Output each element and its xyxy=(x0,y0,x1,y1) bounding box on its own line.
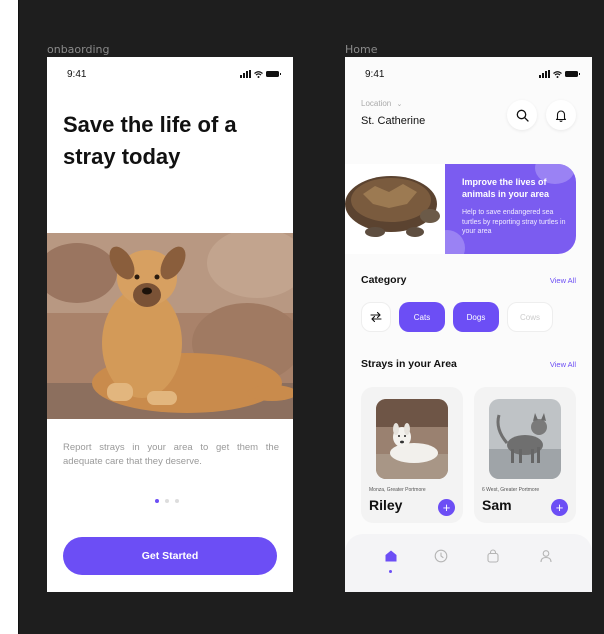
category-chip-dogs[interactable]: Dogs xyxy=(453,302,499,332)
battery-icon xyxy=(565,71,580,77)
status-bar: 9:41 xyxy=(345,67,592,83)
notifications-button[interactable] xyxy=(546,100,576,130)
stray-location: 6 West, Greater Portmore xyxy=(482,487,540,493)
profile-icon[interactable] xyxy=(538,548,554,564)
get-started-button[interactable]: Get Started xyxy=(63,537,277,575)
swap-button[interactable] xyxy=(361,302,391,332)
wifi-icon xyxy=(254,70,263,78)
search-icon xyxy=(516,109,529,122)
category-chip-cats[interactable]: Cats xyxy=(399,302,445,332)
category-chip-cows[interactable]: Cows xyxy=(507,302,553,332)
bell-icon xyxy=(555,109,567,122)
status-time: 9:41 xyxy=(365,69,385,80)
stray-photo xyxy=(489,399,561,479)
status-icons xyxy=(240,70,281,78)
stray-photo xyxy=(376,399,448,479)
stray-card[interactable]: Monza, Greater Portmore Riley + xyxy=(361,387,463,523)
home-icon[interactable] xyxy=(383,548,399,564)
bag-icon[interactable] xyxy=(485,548,501,564)
bottom-tab-bar xyxy=(345,534,592,592)
wifi-icon xyxy=(553,70,562,78)
banner-title: Improve the lives of animals in your are… xyxy=(462,177,550,199)
turtle-photo xyxy=(345,164,445,254)
banner-text: Help to save endangered sea turtles by r… xyxy=(462,209,566,235)
home-screen: 9:41 Location ⌄ St. Catherine Improve th… xyxy=(345,57,592,592)
add-button[interactable]: + xyxy=(551,499,568,516)
stray-location: Monza, Greater Portmore xyxy=(369,487,426,493)
signal-icon xyxy=(240,70,251,78)
home-frame-label: Home xyxy=(345,43,378,56)
chevron-down-icon: ⌄ xyxy=(396,101,403,108)
clock-icon[interactable] xyxy=(433,548,449,564)
stray-name: Riley xyxy=(369,497,403,513)
promo-banner[interactable]: Improve the lives of animals in your are… xyxy=(345,164,576,254)
search-button[interactable] xyxy=(507,100,537,130)
location-value: St. Catherine xyxy=(361,115,426,127)
onboarding-headline: Save the life of a stray today xyxy=(63,112,237,169)
page-dot xyxy=(165,499,169,503)
page-indicator xyxy=(155,499,179,503)
add-button[interactable]: + xyxy=(438,499,455,516)
category-view-all-link[interactable]: View All xyxy=(550,276,576,285)
strays-view-all-link[interactable]: View All xyxy=(550,360,576,369)
stray-name: Sam xyxy=(482,497,512,513)
page-dot-active xyxy=(155,499,159,503)
status-time: 9:41 xyxy=(67,69,87,80)
category-title: Category xyxy=(361,274,407,286)
battery-icon xyxy=(266,71,281,77)
canvas-edge xyxy=(18,0,19,634)
onboarding-screen: 9:41 Save the life of a stray today Repo… xyxy=(47,57,293,592)
onboarding-description: Report strays in your area to get them t… xyxy=(63,442,279,467)
signal-icon xyxy=(539,70,550,78)
status-bar: 9:41 xyxy=(47,67,293,83)
location-label[interactable]: Location ⌄ xyxy=(361,99,402,108)
swap-icon xyxy=(370,311,382,323)
onboarding-frame-label: onbaording xyxy=(47,43,110,56)
location-label-text: Location xyxy=(361,99,392,108)
active-tab-indicator xyxy=(389,570,392,573)
stray-card[interactable]: 6 West, Greater Portmore Sam + xyxy=(474,387,576,523)
dog-photo xyxy=(47,233,293,419)
status-icons xyxy=(539,70,580,78)
strays-title: Strays in your Area xyxy=(361,358,457,370)
page-dot xyxy=(175,499,179,503)
